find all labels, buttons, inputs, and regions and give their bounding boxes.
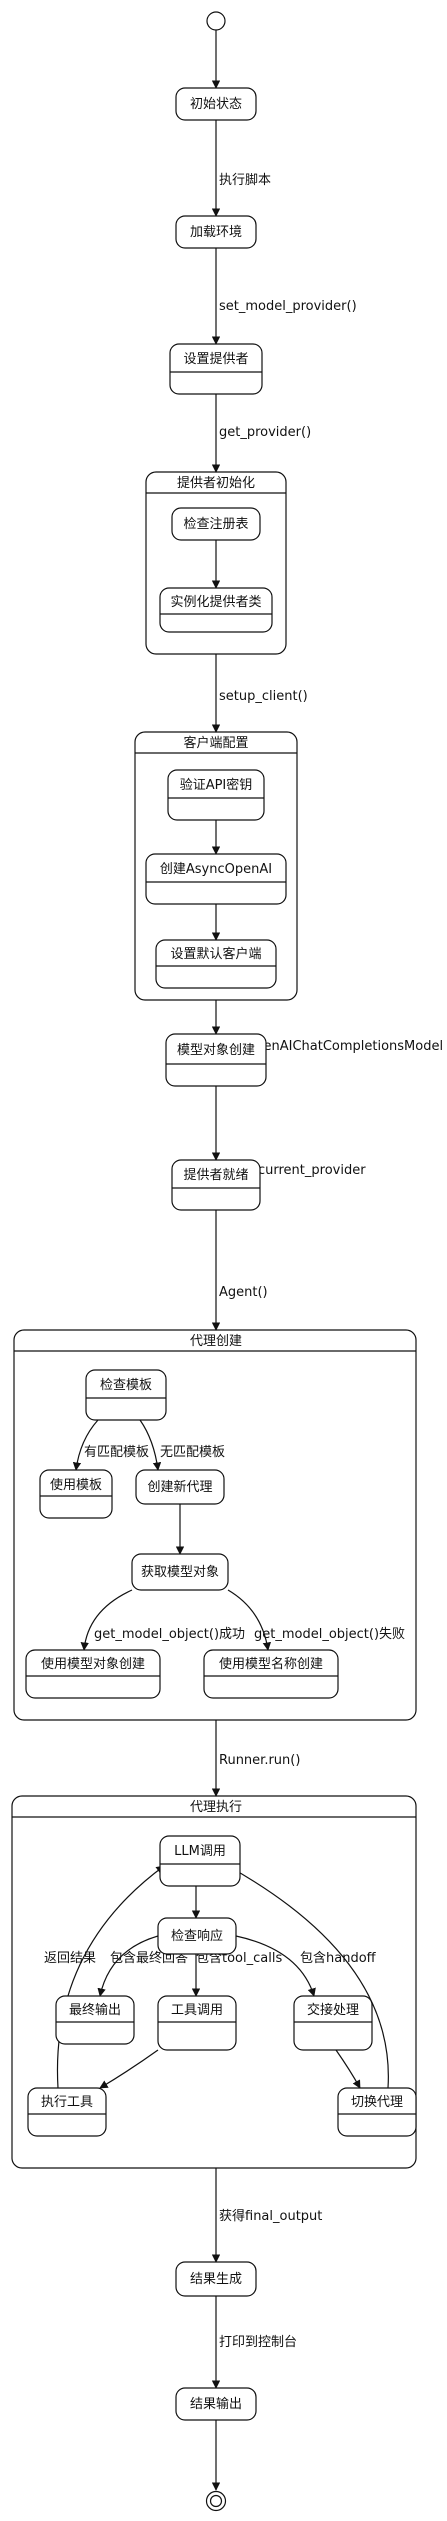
state-init-label: 初始状态 (190, 97, 242, 112)
state-handoff: 交接处理 (293, 1995, 373, 2051)
state-check-registry-label: 检查注册表 (183, 517, 248, 532)
state-final-output-label: 最终输出 (69, 2002, 121, 2018)
state-model-create-label: 模型对象创建 (177, 1043, 255, 1058)
state-get-model-object-label: 获取模型对象 (141, 1565, 219, 1580)
state-switch-agent-label: 切换代理 (351, 2095, 403, 2110)
group-agent-exec-title: 代理执行 (190, 1800, 242, 1815)
edge-label-get-model-fail: get_model_object()失败 (254, 1627, 405, 1642)
state-use-template: 使用模板 (39, 1469, 113, 1519)
start-node (206, 11, 226, 31)
state-set-default-client: 设置默认客户端 (155, 939, 277, 989)
state-result-output: 结果输出 (175, 2387, 257, 2421)
state-set-provider-label: 设置提供者 (183, 351, 248, 367)
group-provider-init-title: 提供者初始化 (177, 475, 255, 491)
state-create-with-object: 使用模型对象创建 (25, 1649, 161, 1699)
edge-label-got-final-output: 获得final_output (219, 2208, 322, 2224)
group-client-config-title: 客户端配置 (183, 735, 248, 751)
edge-label-get-model-ok: get_model_object()成功 (94, 1627, 245, 1642)
end-node-core (209, 2494, 223, 2508)
state-llm-call-label: LLM调用 (174, 1844, 226, 1859)
state-check-template: 检查模板 (85, 1369, 167, 1421)
state-check-registry: 检查注册表 (171, 507, 261, 541)
edge-label-return-result: 返回结果 (44, 1951, 96, 1966)
state-create-new-agent-label: 创建新代理 (147, 1479, 212, 1495)
state-result-gen: 结果生成 (175, 2261, 257, 2297)
state-set-default-client-label: 设置默认客户端 (170, 946, 261, 962)
state-set-provider: 设置提供者 (169, 343, 263, 395)
state-verify-key: 验证API密钥 (167, 769, 265, 821)
edge-label-runner-run: Runner.run() (219, 1753, 300, 1768)
edge-label-has-handoff: 包含handoff (300, 1950, 377, 1966)
state-diagram: 提供者初始化 客户端配置 代理创建 代理执行 执行脚本 set_model_pr… (11, 11, 443, 2512)
state-verify-key-label: 验证API密钥 (180, 777, 253, 793)
edge-label-has-template: 有匹配模板 (84, 1445, 149, 1460)
state-tool-call-label: 工具调用 (171, 2003, 223, 2018)
state-get-model-object: 获取模型对象 (131, 1553, 229, 1591)
state-check-template-label: 检查模板 (100, 1378, 152, 1393)
state-llm-call: LLM调用 (159, 1835, 241, 1887)
state-create-with-name: 使用模型名称创建 (203, 1649, 339, 1699)
state-create-async: 创建AsyncOpenAI (145, 853, 287, 905)
edge-label-no-template: 无匹配模板 (160, 1445, 225, 1460)
edge-label-setup-client: setup_client() (219, 689, 308, 704)
state-tool-call: 工具调用 (157, 1995, 237, 2051)
state-handoff-label: 交接处理 (307, 2002, 359, 2018)
state-create-async-label: 创建AsyncOpenAI (160, 862, 272, 877)
state-use-template-label: 使用模板 (50, 1477, 102, 1493)
state-instantiate-provider: 实例化提供者类 (159, 587, 273, 633)
state-provider-ready: 提供者就绪 (171, 1159, 261, 1211)
state-create-with-name-label: 使用模型名称创建 (219, 1656, 323, 1672)
group-agent-create-title: 代理创建 (190, 1334, 242, 1349)
state-result-gen-label: 结果生成 (190, 2272, 242, 2287)
state-final-output: 最终输出 (55, 1995, 135, 2045)
state-execute-tool-label: 执行工具 (41, 2095, 93, 2110)
state-create-with-object-label: 使用模型对象创建 (41, 1656, 145, 1672)
state-model-create: 模型对象创建 (165, 1033, 267, 1087)
edge-label-set-model-provider: set_model_provider() (219, 299, 357, 314)
state-check-response: 检查响应 (157, 1917, 237, 1955)
state-load-env: 加载环境 (175, 215, 257, 249)
edge-label-print-console: 打印到控制台 (219, 2335, 297, 2350)
edge-label-agent-call: Agent() (219, 1285, 268, 1300)
state-provider-ready-label: 提供者就绪 (183, 1167, 248, 1183)
state-result-output-label: 结果输出 (190, 2396, 242, 2412)
state-init: 初始状态 (175, 87, 257, 121)
state-create-new-agent: 创建新代理 (135, 1469, 225, 1505)
state-check-response-label: 检查响应 (171, 1928, 223, 1944)
edge-label-get-provider: get_provider() (219, 425, 311, 440)
edge-label-run-script: 执行脚本 (219, 172, 271, 188)
state-execute-tool: 执行工具 (27, 2087, 107, 2137)
state-instantiate-provider-label: 实例化提供者类 (170, 594, 261, 610)
state-switch-agent: 切换代理 (337, 2087, 417, 2137)
state-load-env-label: 加载环境 (190, 225, 242, 240)
